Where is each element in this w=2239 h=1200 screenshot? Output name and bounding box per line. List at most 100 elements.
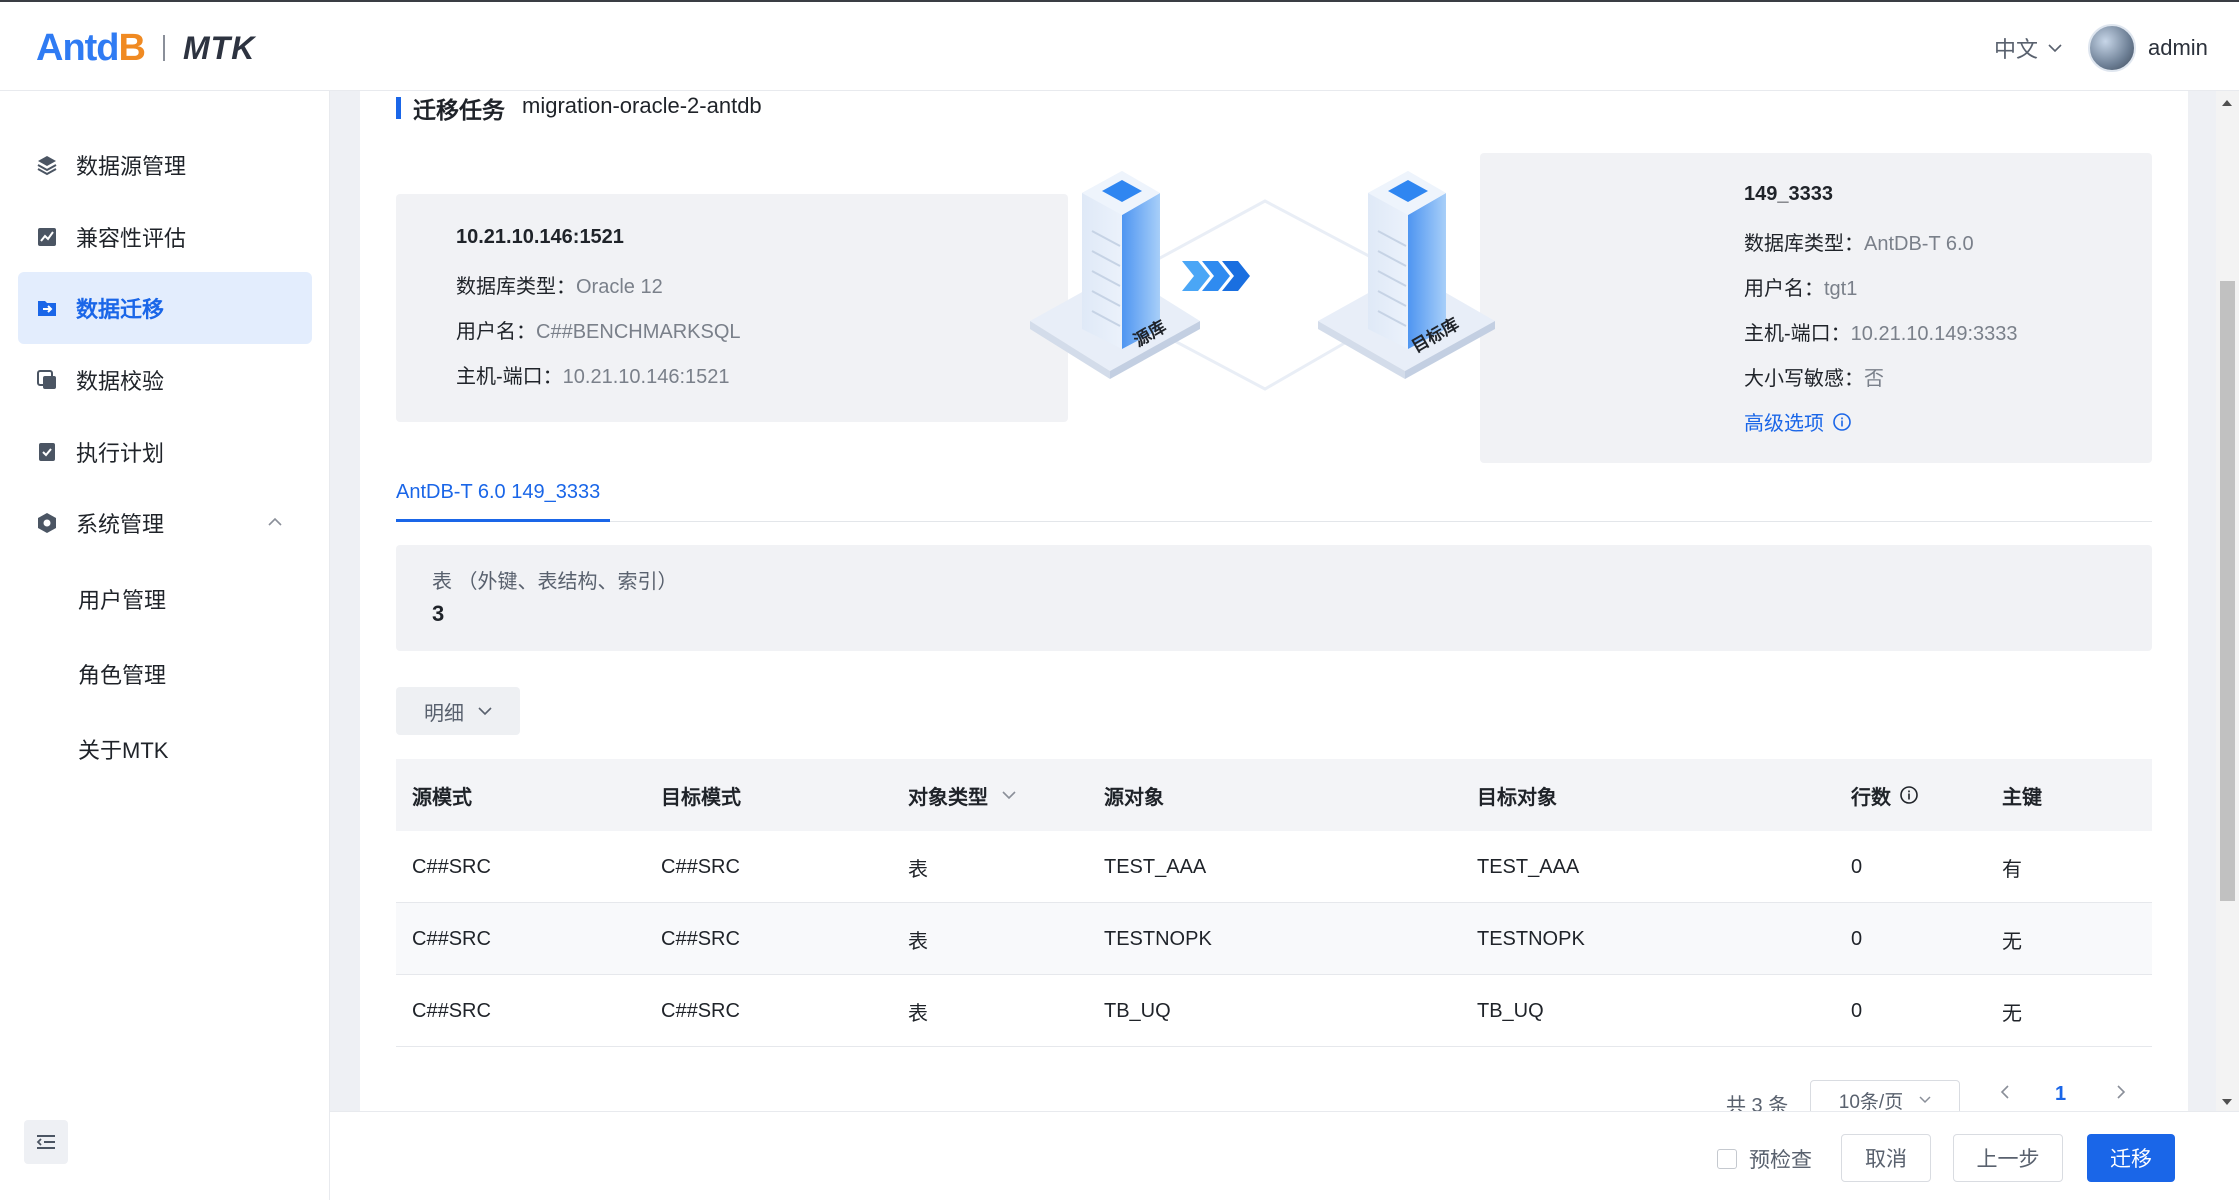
language-label: 中文 [1994, 37, 2039, 62]
prev-page-button[interactable] [2000, 1083, 2010, 1106]
sidebar-item-system[interactable]: 系统管理 [18, 487, 312, 559]
cell-source-object: TEST_AAA [1104, 855, 1207, 878]
cell-object-type: 表 [908, 930, 928, 953]
logo-antdb: AntdB [36, 26, 146, 69]
checkbox-box[interactable] [1717, 1149, 1737, 1169]
title-accent-bar [396, 97, 401, 119]
sidebar-subitem-users[interactable]: 用户管理 [78, 583, 166, 615]
sidebar-item-label: 系统管理 [76, 512, 165, 537]
table-header-row: 源模式 目标模式 对象类型 源对象 目标对象 行数 主键 [396, 759, 2152, 831]
sidebar-item-label: 数据源管理 [76, 154, 187, 179]
scroll-up-arrow[interactable] [2221, 95, 2233, 110]
app-logo[interactable]: AntdB MTK [36, 26, 255, 69]
cell-target-object: TEST_AAA [1477, 855, 1580, 878]
column-header-primary-key: 主键 [2002, 786, 2042, 809]
column-header-target-object: 目标对象 [1477, 786, 1557, 809]
source-db-type: 数据库类型：Oracle 12 [456, 276, 663, 298]
precheck-checkbox[interactable]: 预检查 [1717, 1144, 1812, 1174]
sidebar-item-label: 数据校验 [76, 369, 165, 394]
sidebar-item-verify[interactable]: 数据校验 [18, 344, 312, 416]
chevron-right-icon [2117, 1085, 2126, 1099]
target-host-port: 主机-端口：10.21.10.149:3333 [1744, 323, 2018, 345]
cell-source-object: TESTNOPK [1104, 927, 1212, 950]
target-name: 149_3333 [1744, 183, 1833, 205]
info-icon[interactable] [1899, 785, 1919, 805]
cell-source-object: TB_UQ [1104, 999, 1171, 1022]
source-host-port: 主机-端口：10.21.10.146:1521 [456, 366, 730, 388]
chevron-down-icon [2048, 44, 2062, 53]
page-size-select[interactable]: 10条/页 [1810, 1080, 1960, 1111]
sidebar-subitem-roles[interactable]: 角色管理 [78, 658, 166, 690]
table-row[interactable]: C##SRC C##SRC 表 TEST_AAA TEST_AAA 0 有 [396, 831, 2152, 903]
migration-card: 迁移任务 migration-oracle-2-antdb 10.21.10.1… [360, 91, 2188, 1111]
cell-primary-key: 有 [2002, 858, 2022, 881]
sidebar-item-label: 数据迁移 [76, 297, 165, 322]
sidebar-item-label: 兼容性评估 [76, 226, 187, 251]
advanced-options-link[interactable]: 高级选项 [1744, 407, 1852, 436]
layers-icon [36, 154, 58, 176]
cell-target-schema: C##SRC [661, 927, 740, 950]
action-footer: 预检查 取消 上一步 迁移 [330, 1111, 2239, 1200]
column-header-source-schema: 源模式 [412, 786, 472, 809]
cell-row-count: 0 [1851, 999, 1863, 1022]
tab-divider [396, 521, 2152, 522]
cell-source-schema: C##SRC [412, 855, 491, 878]
scroll-down-arrow[interactable] [2221, 1094, 2233, 1109]
table-row[interactable]: C##SRC C##SRC 表 TESTNOPK TESTNOPK 0 无 [396, 903, 2152, 975]
username[interactable]: admin [2148, 35, 2208, 61]
target-db-type: 数据库类型：AntDB-T 6.0 [1744, 233, 1974, 255]
sidebar-item-migration[interactable]: 数据迁移 [18, 272, 312, 344]
sidebar: 数据源管理 兼容性评估 数据迁移 数据校验 执行计划 系统管理 用户管理 角色管… [0, 91, 330, 1200]
sidebar-item-compatibility[interactable]: 兼容性评估 [18, 201, 312, 273]
migration-illustration: 源库 目标库 [1030, 171, 1495, 391]
filter-chevron-icon[interactable] [1002, 790, 1016, 800]
column-header-object-type[interactable]: 对象类型 [908, 759, 1016, 831]
sidebar-item-datasource[interactable]: 数据源管理 [18, 129, 312, 201]
table-stats-panel: 表 （外键、表结构、索引） 3 [396, 545, 2152, 651]
vertical-scrollbar[interactable] [2216, 91, 2239, 1111]
migrate-icon [36, 297, 58, 319]
cell-source-schema: C##SRC [412, 999, 491, 1022]
tab-target-antdb[interactable]: AntDB-T 6.0 149_3333 [396, 481, 600, 504]
settings-icon [36, 512, 58, 534]
sidebar-item-label: 执行计划 [76, 441, 165, 466]
chevron-left-icon [2000, 1085, 2009, 1099]
stats-label: 表 （外键、表结构、索引） [432, 571, 678, 593]
scroll-thumb[interactable] [2220, 281, 2235, 901]
page-number-current[interactable]: 1 [2055, 1083, 2066, 1106]
detail-dropdown-button[interactable]: 明细 [396, 687, 520, 735]
prev-step-button[interactable]: 上一步 [1953, 1134, 2063, 1182]
chevron-down-icon [1919, 1096, 1931, 1104]
sidebar-item-plan[interactable]: 执行计划 [18, 416, 312, 488]
cell-source-schema: C##SRC [412, 927, 491, 950]
table-row[interactable]: C##SRC C##SRC 表 TB_UQ TB_UQ 0 无 [396, 975, 2152, 1047]
cell-object-type: 表 [908, 858, 928, 881]
cell-target-object: TB_UQ [1477, 999, 1544, 1022]
target-case-sensitive: 大小写敏感：否 [1744, 368, 1884, 390]
cell-row-count: 0 [1851, 855, 1863, 878]
sidebar-subitem-about[interactable]: 关于MTK [78, 733, 168, 765]
cell-row-count: 0 [1851, 927, 1863, 950]
cell-object-type: 表 [908, 1002, 928, 1025]
target-user: 用户名：tgt1 [1744, 278, 1858, 300]
migrate-button[interactable]: 迁移 [2087, 1134, 2175, 1182]
chart-icon [36, 226, 58, 248]
source-user: 用户名：C##BENCHMARKSQL [456, 321, 741, 343]
menu-fold-icon [36, 1135, 55, 1149]
top-header: AntdB MTK 中文 admin [0, 0, 2239, 91]
logo-divider [162, 35, 165, 61]
column-header-target-schema: 目标模式 [661, 786, 741, 809]
next-page-button[interactable] [2116, 1083, 2126, 1106]
pagination-total: 共 3 条 [1726, 1094, 1789, 1112]
target-server-icon [1318, 171, 1495, 379]
collapse-sidebar-button[interactable] [24, 1120, 68, 1164]
language-selector[interactable]: 中文 [1994, 32, 2062, 64]
cancel-button[interactable]: 取消 [1841, 1134, 1931, 1182]
avatar[interactable] [2088, 24, 2136, 72]
cell-target-schema: C##SRC [661, 855, 740, 878]
cell-target-schema: C##SRC [661, 999, 740, 1022]
tab-active-indicator [396, 519, 610, 522]
verify-icon [36, 369, 58, 391]
column-header-row-count: 行数 [1851, 759, 1919, 831]
arrows-icon [1182, 261, 1250, 291]
